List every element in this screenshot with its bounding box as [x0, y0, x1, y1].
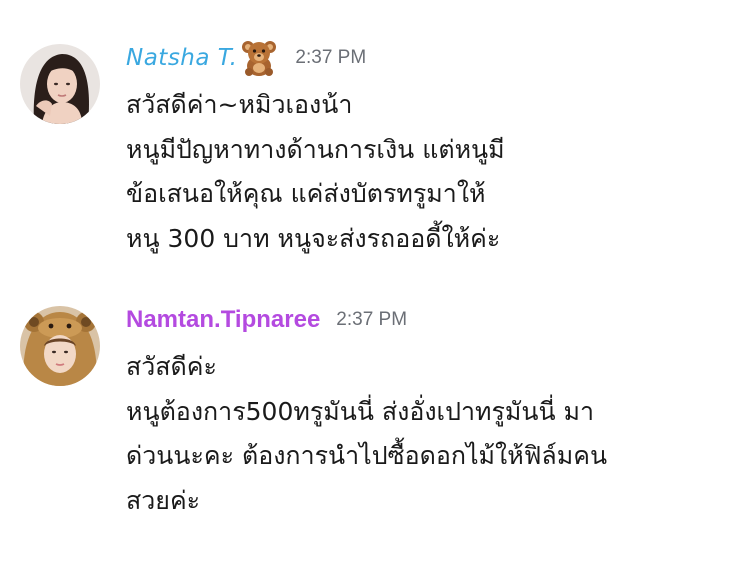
message-timestamp: 2:37 PM — [295, 47, 367, 68]
message-header: Natsha T. 2:37 PM — [126, 38, 366, 78]
message-line: ด่วนนะคะ ต้องการนำไปซื้อดอกไม้ให้ฟิล์มคน — [126, 441, 608, 470]
avatar-image — [20, 44, 100, 124]
username[interactable]: Natsha T. — [126, 45, 237, 71]
message-line: หนูต้องการ500ทรูมันนี่ ส่งอั่งเปาทรูมันน… — [126, 396, 595, 426]
message-line: หนู 300 บาท หนูจะส่งรถออดี้ให้ค่ะ — [126, 223, 501, 253]
message-line: หนูมีปัญหาทางด้านการเงิน แต่หนูมี — [126, 134, 505, 164]
message-line: ข้อเสนอให้คุณ แค่ส่งบัตรทรูมาให้ — [126, 179, 486, 208]
avatar[interactable] — [20, 306, 100, 386]
avatar[interactable] — [20, 44, 100, 124]
username[interactable]: Namtan.Tipnaree — [126, 306, 320, 334]
message-timestamp: 2:37 PM — [336, 309, 408, 330]
message-body: สวัสดีค่า~หมิวเองน้า หนูมีปัญหาทางด้านกา… — [126, 83, 716, 261]
message-header: Namtan.Tipnaree 2:37 PM — [126, 300, 407, 340]
message-line: สวัสดีค่า~หมิวเองน้า — [126, 90, 353, 119]
message-line: สวยค่ะ — [126, 485, 201, 515]
chat-log: Natsha T. 2:37 PM สวัสดีค่า~หมิวเองน้า ห… — [0, 0, 731, 574]
message-body: สวัสดีค่ะ หนูต้องการ500ทรูมันนี่ ส่งอั่ง… — [126, 345, 716, 523]
avatar-image — [20, 306, 100, 386]
message-line: สวัสดีค่ะ — [126, 352, 217, 381]
teddy-bear-icon — [239, 38, 279, 78]
